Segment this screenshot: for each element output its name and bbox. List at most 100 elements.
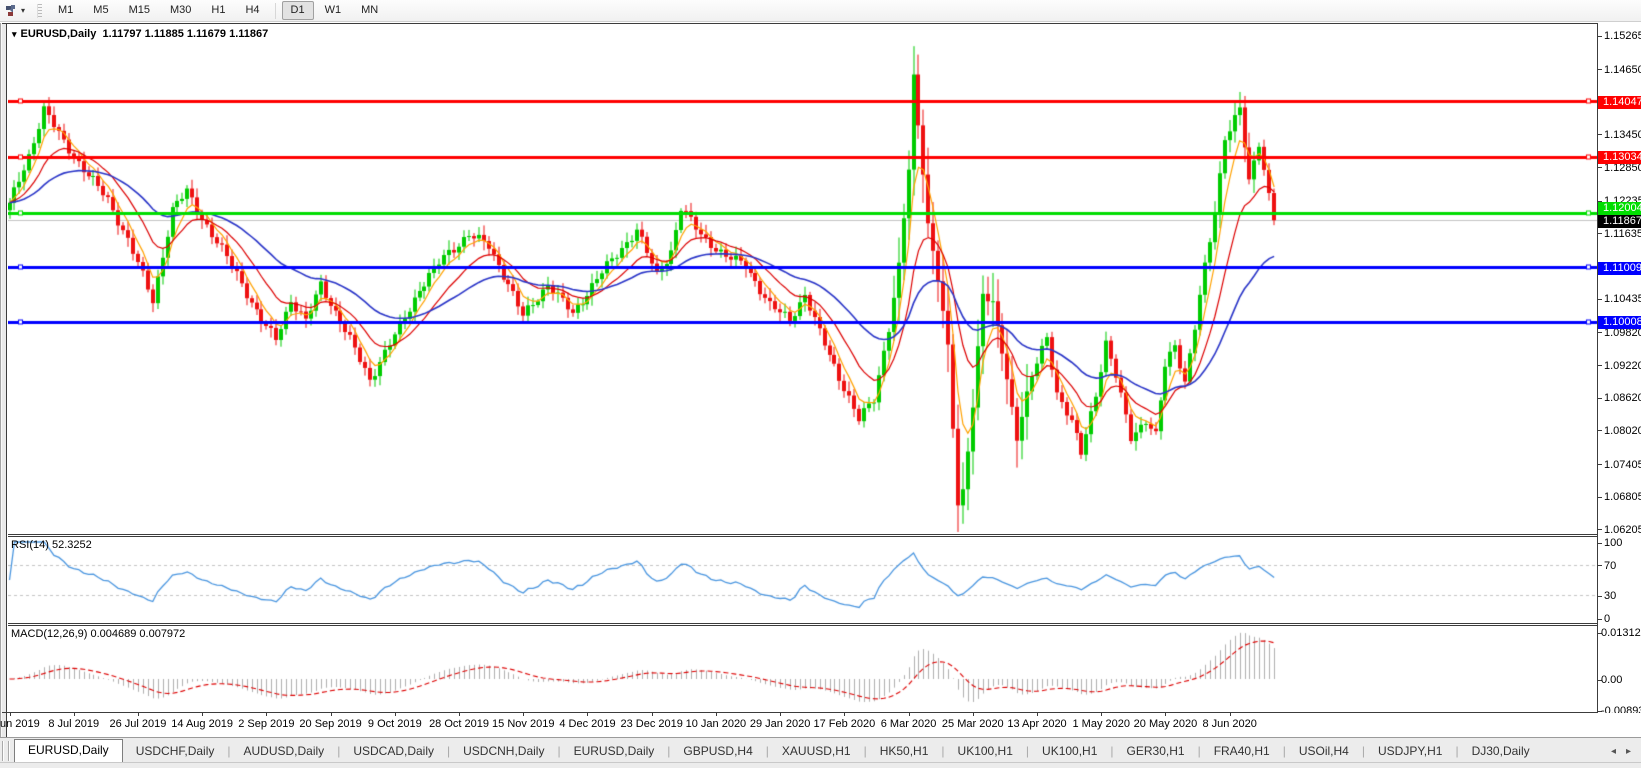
date-label: 23 Dec 2019 [620, 718, 683, 730]
chart-title: ▾ EURUSD,Daily 1.11797 1.11885 1.11679 1.… [12, 28, 268, 40]
rsi-tick-label: 0 [1604, 613, 1611, 625]
tab-scroll-left-icon[interactable]: ◂ [1611, 746, 1616, 757]
date-label: 26 Jul 2019 [109, 718, 167, 730]
date-tick-mark [780, 713, 782, 716]
date-tick-mark [587, 713, 589, 716]
date-label: 13 Apr 2020 [1007, 718, 1067, 730]
date-tick-mark [715, 713, 717, 716]
tf-button-m5[interactable]: M5 [84, 1, 117, 20]
toolbar: ▾ M1 M5 M15 M30 H1 H4 D1 W1 MN [0, 0, 1641, 22]
chart-tab-gbpusd-h4[interactable]: GBPUSD,H4 [670, 741, 765, 762]
tf-button-mn[interactable]: MN [352, 1, 387, 20]
date-tick-mark [1037, 713, 1039, 716]
date-label: 19 Jun 2019 [0, 718, 40, 730]
chart-tab-usdjpy-h1[interactable]: USDJPY,H1 [1365, 741, 1455, 762]
chart-tab-bar: EURUSD,Daily USDCHF,Daily | AUDUSD,Daily | US… [0, 737, 1641, 762]
chart-tab-hk50-h1[interactable]: HK50,H1 [867, 741, 942, 762]
chart-tab-audusd-daily[interactable]: AUDUSD,Daily [231, 741, 338, 762]
chart-tab-xauusd-h1[interactable]: XAUUSD,H1 [769, 741, 864, 762]
chart-tab-eurusd-daily[interactable]: EURUSD,Daily [14, 739, 123, 762]
price-tick-mark [1598, 496, 1602, 498]
date-label: 28 Oct 2019 [429, 718, 489, 730]
chart-tool-icon-glyph [6, 4, 15, 16]
date-tick-mark [73, 713, 75, 716]
chart-title-symbol: EURUSD,Daily [20, 28, 97, 40]
chart-tool-dropdown-icon[interactable]: ▾ [21, 6, 33, 15]
rsi-tick-label: 30 [1604, 590, 1617, 603]
date-label: 20 Sep 2019 [299, 718, 362, 730]
date-tick-mark [202, 713, 204, 716]
date-label: 29 Jan 2020 [749, 718, 811, 730]
price-tick-label: 1.08020 [1604, 424, 1641, 437]
date-label: 6 Mar 2020 [880, 718, 937, 730]
macd-tick-label: 0.013121 [1601, 627, 1641, 639]
chart-window: ▾ EURUSD,Daily 1.11797 1.11885 1.11679 1.… [0, 22, 1641, 768]
tf-button-m1[interactable]: M1 [49, 1, 82, 20]
date-label: 10 Jan 2020 [685, 718, 747, 730]
price-tick-label: 1.11635 [1604, 227, 1641, 240]
chart-collapse-icon[interactable]: ▾ [12, 29, 17, 39]
price-tick-mark [1598, 233, 1602, 235]
tf-button-h1[interactable]: H1 [202, 1, 234, 20]
price-tick-label: 1.15265 [1604, 30, 1641, 42]
tab-scroll-right-icon[interactable]: ▸ [1626, 746, 1631, 757]
price-tick-mark [1598, 430, 1602, 432]
rsi-panel-canvas[interactable] [8, 537, 1597, 623]
chart-tab-usoil-h4[interactable]: USOil,H4 [1286, 741, 1362, 762]
rsi-tick-label: 70 [1604, 559, 1617, 572]
chart-tool-icon[interactable] [3, 3, 21, 19]
macd-label: MACD(12,26,9) 0.004689 0.007972 [11, 628, 186, 640]
date-label: 4 Dec 2019 [559, 718, 616, 730]
chart-tab-usdcad-daily[interactable]: USDCAD,Daily [340, 741, 447, 762]
window-left-frame [0, 23, 7, 737]
date-label: 9 Oct 2019 [367, 718, 422, 730]
price-tick-label: 1.09220 [1604, 359, 1641, 372]
date-label: 1 May 2020 [1072, 718, 1130, 730]
price-line-label: 1.13034 [1598, 151, 1641, 165]
macd-panel-canvas[interactable] [8, 626, 1597, 712]
status-strip [0, 762, 1641, 768]
date-tick-mark [394, 713, 396, 716]
chart-tab-ger30-h1[interactable]: GER30,H1 [1114, 741, 1198, 762]
price-tick-mark [1598, 365, 1602, 367]
price-tick-mark [1598, 332, 1602, 334]
tf-button-d1[interactable]: D1 [281, 1, 314, 20]
price-tick-label: 1.14650 [1604, 63, 1641, 76]
date-label: 15 Nov 2019 [492, 718, 555, 730]
date-tick-mark [9, 713, 11, 716]
price-tick-mark [1598, 464, 1602, 466]
chart-tab-fra40-h1[interactable]: FRA40,H1 [1201, 741, 1283, 762]
main-chart-canvas[interactable] [8, 24, 1597, 534]
tf-button-m15[interactable]: M15 [120, 1, 159, 20]
date-tick-mark [459, 713, 461, 716]
price-tick-mark [1598, 167, 1602, 169]
rsi-tick-mark [1598, 542, 1602, 544]
date-tick-mark [137, 713, 139, 716]
rsi-tick-label: 100 [1604, 537, 1623, 549]
chart-tab-uk100-h1[interactable]: UK100,H1 [1029, 741, 1110, 762]
chart-tab-uk100-h1[interactable]: UK100,H1 [945, 741, 1026, 762]
tf-button-h4[interactable]: H4 [236, 1, 268, 20]
price-line-label: 1.11867 [1598, 214, 1641, 228]
rsi-tick-mark [1598, 565, 1602, 567]
price-tick-mark [1598, 134, 1602, 136]
tf-button-w1[interactable]: W1 [316, 1, 351, 20]
chart-tab-eurusd-daily[interactable]: EURUSD,Daily [561, 741, 668, 762]
price-tick-label: 1.07405 [1604, 458, 1641, 471]
tf-button-m30[interactable]: M30 [161, 1, 200, 20]
date-tick-mark [1229, 713, 1231, 716]
chart-tab-usdcnh-daily[interactable]: USDCNH,Daily [450, 741, 557, 762]
rsi-tick-mark [1598, 595, 1602, 597]
time-axis: 19 Jun 2019 8 Jul 2019 26 Jul 2019 14 Aug 2… [0, 713, 1641, 737]
toolbar-grip[interactable] [37, 3, 42, 18]
price-axis: 1.152651.146501.134501.128501.122351.116… [1598, 23, 1641, 717]
macd-tick-label: 0.00 [1601, 674, 1623, 686]
price-tick-mark [1598, 35, 1602, 37]
price-tick-mark [1598, 397, 1602, 399]
chart-tab-dj30-daily[interactable]: DJ30,Daily [1459, 741, 1543, 762]
chart-tab-usdchf-daily[interactable]: USDCHF,Daily [123, 741, 228, 762]
date-tick-mark [266, 713, 268, 716]
price-line-label: 1.12004 [1598, 201, 1641, 215]
date-tick-mark [908, 713, 910, 716]
date-label: 20 May 2020 [1133, 718, 1198, 730]
